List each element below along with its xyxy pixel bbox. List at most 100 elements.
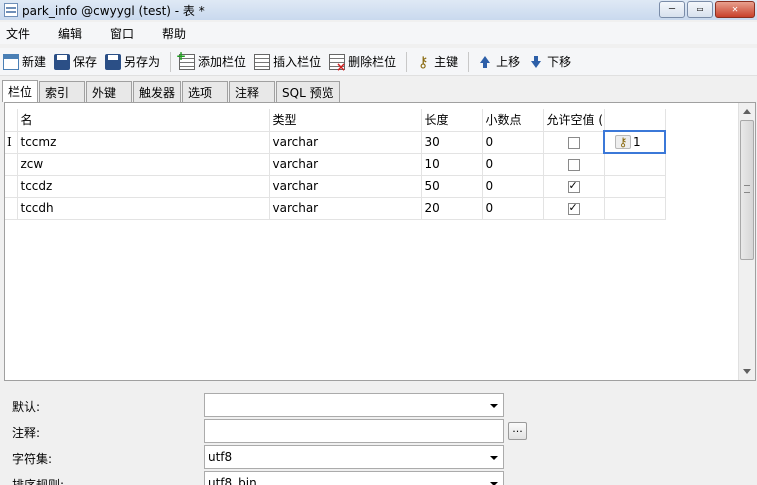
- tab-triggers[interactable]: 触发器: [133, 81, 182, 102]
- comment-ellipsis-button[interactable]: ...: [508, 422, 527, 440]
- column-header-name[interactable]: 名: [17, 109, 270, 132]
- title-bar: park_info @cwyygl (test) - 表 * ─ ▭ ✕: [0, 0, 757, 20]
- row-indicator: [5, 153, 18, 176]
- field-nullable-cell[interactable]: [543, 153, 605, 176]
- field-length-cell[interactable]: 30: [421, 131, 483, 154]
- charset-row: 字符集: utf8: [0, 445, 757, 471]
- field-type-cell[interactable]: varchar: [269, 175, 422, 198]
- field-type-cell[interactable]: varchar: [269, 197, 422, 220]
- table-app-icon: [4, 3, 18, 17]
- key-order: 1: [633, 135, 641, 149]
- move-down-label: 下移: [547, 55, 572, 69]
- key-icon: ⚷: [615, 135, 631, 149]
- menu-bar: 文件 编辑 窗口 帮助: [0, 22, 757, 44]
- field-decimals-cell[interactable]: 0: [482, 175, 544, 198]
- menu-edit[interactable]: 编辑: [52, 25, 88, 42]
- field-name-cell[interactable]: zcw: [17, 153, 270, 176]
- new-button[interactable]: 新建: [0, 51, 49, 73]
- table-row[interactable]: I tccmz varchar 30 0 ⚷ 1: [5, 130, 666, 154]
- field-length-cell[interactable]: 50: [421, 175, 483, 198]
- primary-key-label: 主键: [434, 55, 459, 69]
- delete-field-label: 删除栏位: [348, 55, 397, 69]
- field-key-cell[interactable]: [604, 153, 666, 176]
- field-name-cell[interactable]: tccdz: [17, 175, 270, 198]
- column-header-decimals[interactable]: 小数点: [482, 109, 544, 132]
- save-as-button[interactable]: 另存为: [102, 51, 163, 73]
- arrow-up-icon: [477, 54, 493, 70]
- nullable-checkbox[interactable]: [567, 201, 580, 215]
- field-type-cell[interactable]: varchar: [269, 153, 422, 176]
- move-up-button[interactable]: 上移: [474, 51, 523, 73]
- fields-table: 名 类型 长度 小数点 允许空值 ( I tccmz varchar 30 0 …: [5, 109, 666, 220]
- menu-file[interactable]: 文件: [0, 25, 36, 42]
- menu-help[interactable]: 帮助: [156, 25, 192, 42]
- field-decimals-cell[interactable]: 0: [482, 131, 544, 154]
- primary-key-button[interactable]: ⚷ 主键: [412, 51, 461, 73]
- field-key-cell[interactable]: [604, 175, 666, 198]
- move-down-button[interactable]: 下移: [525, 51, 574, 73]
- table-row[interactable]: tccdz varchar 50 0: [5, 175, 666, 198]
- minimize-button[interactable]: ─: [659, 1, 685, 18]
- menu-window[interactable]: 窗口: [104, 25, 140, 42]
- save-disk-icon: [54, 53, 71, 70]
- column-header-length[interactable]: 长度: [421, 109, 483, 132]
- default-dropdown[interactable]: [204, 393, 504, 417]
- toolbar-separator: [468, 51, 470, 72]
- field-decimals-cell[interactable]: 0: [482, 153, 544, 176]
- save-as-disk-icon: [105, 53, 122, 70]
- field-decimals-cell[interactable]: 0: [482, 197, 544, 220]
- tab-sql-preview[interactable]: SQL 预览: [276, 81, 340, 102]
- collation-dropdown[interactable]: utf8_bin: [204, 471, 504, 485]
- save-label: 保存: [73, 55, 98, 69]
- designer-tabs: 栏位 索引 外键 触发器 选项 注释 SQL 预览: [2, 80, 341, 102]
- fields-grid: 名 类型 长度 小数点 允许空值 ( I tccmz varchar 30 0 …: [4, 102, 756, 381]
- tab-indexes[interactable]: 索引: [39, 81, 86, 102]
- restore-button[interactable]: ▭: [687, 1, 713, 18]
- tab-options[interactable]: 选项: [182, 81, 229, 102]
- table-row[interactable]: tccdh varchar 20 0: [5, 197, 666, 220]
- add-field-label: 添加栏位: [198, 55, 247, 69]
- field-nullable-cell[interactable]: [543, 175, 605, 198]
- toolbar-separator: [170, 51, 172, 72]
- close-button[interactable]: ✕: [715, 1, 755, 18]
- arrow-down-icon: [528, 54, 544, 70]
- field-length-cell[interactable]: 10: [421, 153, 483, 176]
- field-properties-panel: 默认: 注释: ... 字符集: utf8 排序规则: utf8_bin: [0, 385, 757, 485]
- field-key-cell[interactable]: [604, 197, 666, 220]
- row-indicator: [5, 197, 18, 220]
- new-table-icon: [3, 53, 19, 70]
- scroll-down-arrow-icon[interactable]: [743, 369, 751, 374]
- toolbar: 新建 保存 另存为 添加栏位 插入栏位 删除栏位 ⚷ 主键 上移 下移: [0, 48, 757, 76]
- comment-label: 注释:: [12, 426, 41, 440]
- field-nullable-cell[interactable]: [543, 197, 605, 220]
- field-name-cell[interactable]: tccmz: [17, 131, 270, 154]
- tab-fields[interactable]: 栏位: [2, 80, 39, 102]
- insert-field-button[interactable]: 插入栏位: [251, 51, 324, 73]
- add-field-button[interactable]: 添加栏位: [176, 49, 249, 73]
- field-type-cell[interactable]: varchar: [269, 131, 422, 154]
- scrollbar-thumb[interactable]: [740, 120, 754, 260]
- nullable-checkbox[interactable]: [567, 179, 580, 193]
- tab-foreign-keys[interactable]: 外键: [86, 81, 133, 102]
- window-title: park_info @cwyygl (test) - 表 *: [22, 3, 205, 18]
- field-nullable-cell[interactable]: [543, 131, 605, 154]
- save-button[interactable]: 保存: [51, 51, 100, 73]
- field-name-cell[interactable]: tccdh: [17, 197, 270, 220]
- charset-dropdown[interactable]: utf8: [204, 445, 504, 469]
- nullable-checkbox[interactable]: [567, 158, 580, 171]
- delete-field-button[interactable]: 删除栏位: [326, 51, 399, 74]
- field-key-cell[interactable]: ⚷ 1: [603, 130, 666, 154]
- toolbar-separator: [406, 51, 408, 72]
- scroll-up-arrow-icon[interactable]: [743, 109, 751, 114]
- nullable-checkbox[interactable]: [567, 136, 580, 149]
- table-row[interactable]: zcw varchar 10 0: [5, 153, 666, 176]
- grid-vertical-scrollbar[interactable]: [738, 103, 755, 380]
- column-header-type[interactable]: 类型: [269, 109, 422, 132]
- tab-comment[interactable]: 注释: [229, 81, 276, 102]
- row-indicator-header: [5, 109, 18, 132]
- field-length-cell[interactable]: 20: [421, 197, 483, 220]
- delete-field-icon: [329, 53, 346, 74]
- column-header-nullable[interactable]: 允许空值 (: [543, 109, 605, 132]
- column-header-key[interactable]: [604, 109, 666, 132]
- comment-input[interactable]: [204, 419, 504, 443]
